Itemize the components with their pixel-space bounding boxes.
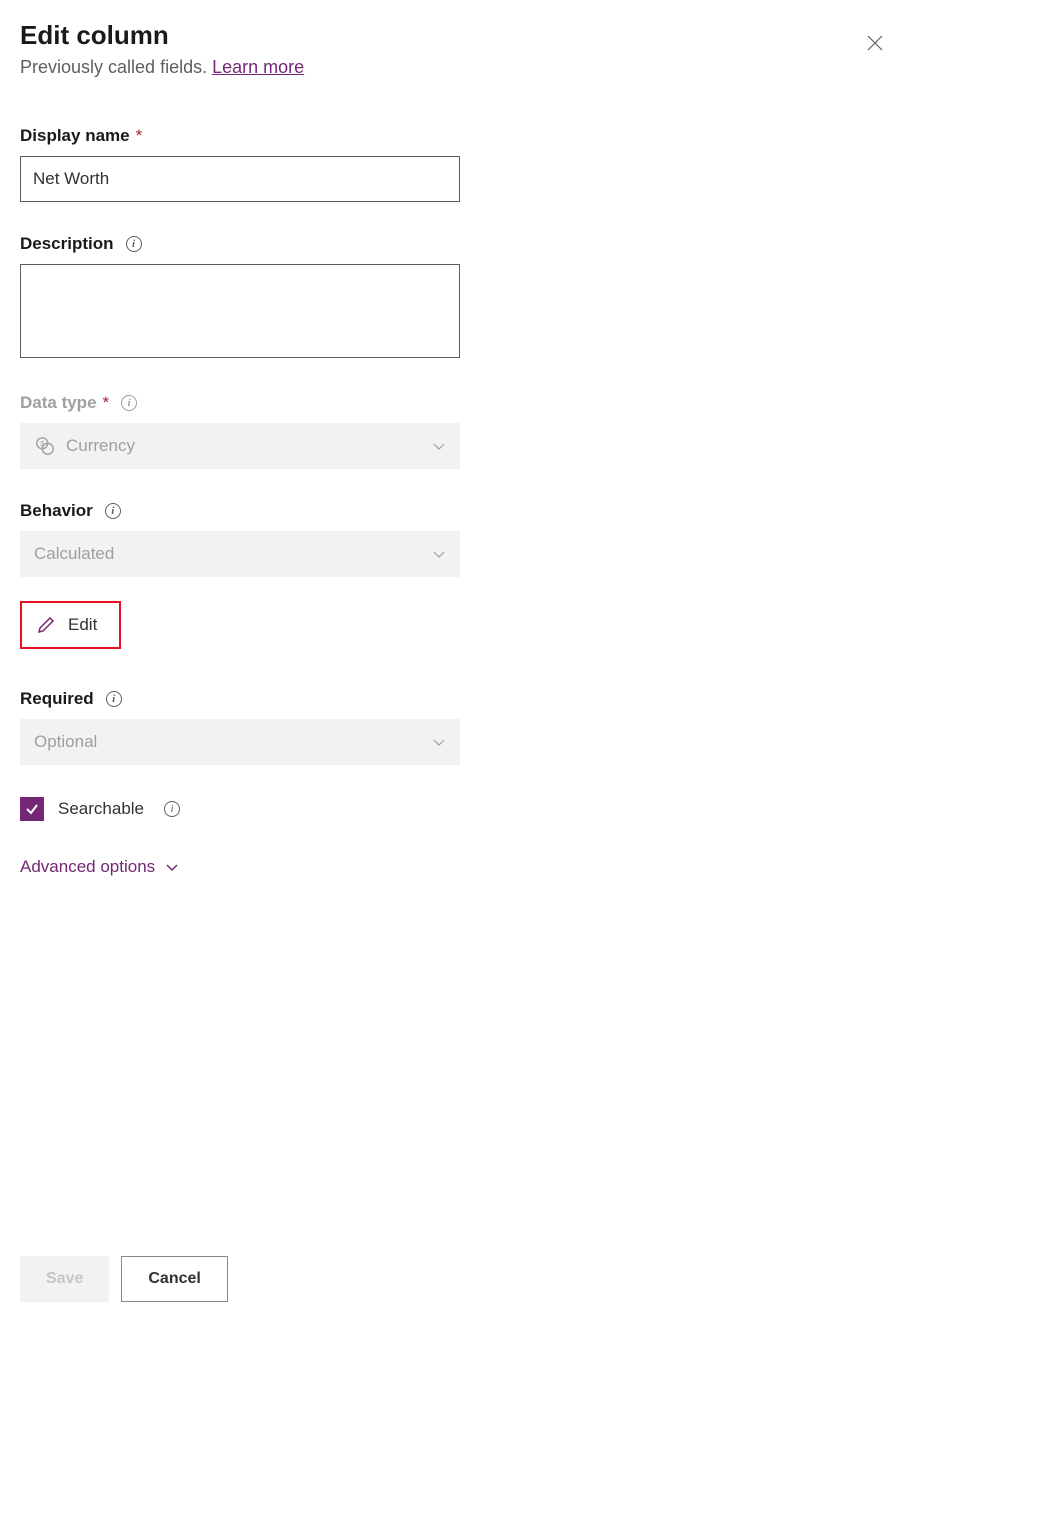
info-icon[interactable]: i [106,691,122,707]
info-icon[interactable]: i [105,503,121,519]
required-asterisk-icon: * [136,126,143,146]
info-icon[interactable]: i [164,801,180,817]
close-button[interactable] [858,26,892,66]
description-label-text: Description [20,234,114,254]
chevron-down-icon [432,547,446,561]
checkmark-icon [24,801,40,817]
info-icon[interactable]: i [126,236,142,252]
panel-subtitle: Previously called fields. Learn more [20,57,858,78]
required-select: Optional [20,719,460,765]
data-type-label-text: Data type [20,393,97,413]
data-type-value: Currency [66,436,135,456]
required-asterisk-icon: * [103,393,110,413]
searchable-checkbox[interactable] [20,797,44,821]
edit-button[interactable]: Edit [20,601,121,649]
display-name-label-text: Display name [20,126,130,146]
subtitle-text: Previously called fields. [20,57,212,77]
behavior-select: Calculated [20,531,460,577]
svg-text:$: $ [40,439,44,448]
currency-icon: $ [34,435,56,457]
panel-title: Edit column [20,20,858,51]
description-textarea[interactable] [20,264,460,358]
searchable-label: Searchable [58,799,144,819]
behavior-label-text: Behavior [20,501,93,521]
edit-button-label: Edit [68,615,97,635]
chevron-down-icon [432,735,446,749]
description-label: Description i [20,234,460,254]
chevron-down-icon [165,860,179,874]
data-type-label: Data type * i [20,393,460,413]
advanced-options-label: Advanced options [20,857,155,877]
display-name-label: Display name * [20,126,460,146]
display-name-input[interactable] [20,156,460,202]
close-icon [866,35,884,57]
required-label: Required i [20,689,460,709]
behavior-label: Behavior i [20,501,460,521]
chevron-down-icon [432,439,446,453]
behavior-value: Calculated [34,544,114,564]
learn-more-link[interactable]: Learn more [212,57,304,77]
cancel-button[interactable]: Cancel [121,1256,227,1302]
required-value: Optional [34,732,97,752]
pencil-icon [36,615,56,635]
data-type-select: $ Currency [20,423,460,469]
save-button: Save [20,1256,109,1302]
info-icon[interactable]: i [121,395,137,411]
advanced-options-toggle[interactable]: Advanced options [20,857,179,877]
required-label-text: Required [20,689,94,709]
